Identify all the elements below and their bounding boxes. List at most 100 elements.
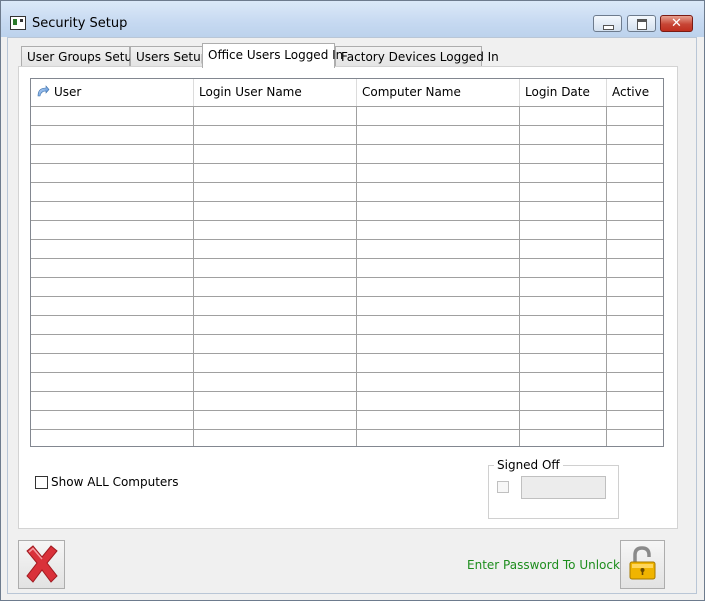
tab-users-setup[interactable]: Users Setup (130, 46, 208, 67)
grid-header: User Login User Name Computer Name Login… (31, 79, 663, 106)
tab-factory-devices-logged-in[interactable]: Factory Devices Logged In (335, 46, 499, 67)
table-cell (520, 183, 607, 202)
table-row[interactable] (31, 220, 663, 240)
table-cell (357, 373, 520, 392)
table-row[interactable] (31, 353, 663, 373)
signed-off-checkbox[interactable] (497, 481, 509, 493)
column-header-active[interactable]: Active (607, 79, 663, 106)
table-row[interactable] (31, 410, 663, 430)
table-row[interactable] (31, 182, 663, 202)
table-cell (194, 164, 357, 183)
unlock-button[interactable] (620, 540, 665, 589)
table-row[interactable] (31, 391, 663, 411)
table-cell (357, 278, 520, 297)
table-cell (31, 430, 194, 446)
table-cell (520, 259, 607, 278)
tab-office-users-logged-in[interactable]: Office Users Logged In (202, 43, 343, 68)
title-bar[interactable]: Security Setup ✕ (1, 1, 704, 37)
table-row[interactable] (31, 201, 663, 221)
table-cell (607, 278, 663, 297)
table-cell (607, 126, 663, 145)
table-cell (194, 430, 357, 446)
column-header-login-date[interactable]: Login Date (520, 79, 607, 106)
table-cell (520, 278, 607, 297)
table-cell (607, 297, 663, 316)
table-row[interactable] (31, 296, 663, 316)
table-cell (194, 316, 357, 335)
table-cell (357, 240, 520, 259)
table-row[interactable] (31, 163, 663, 183)
table-row[interactable] (31, 144, 663, 164)
signed-off-date-field[interactable] (521, 476, 606, 499)
table-row[interactable] (31, 315, 663, 335)
table-cell (607, 316, 663, 335)
logged-in-users-grid[interactable]: User Login User Name Computer Name Login… (30, 78, 664, 447)
table-cell (607, 107, 663, 126)
table-cell (194, 202, 357, 221)
table-row[interactable] (31, 125, 663, 145)
table-row[interactable] (31, 277, 663, 297)
show-all-computers-checkbox[interactable] (35, 476, 48, 489)
table-cell (520, 240, 607, 259)
table-cell (194, 373, 357, 392)
table-row[interactable] (31, 106, 663, 126)
sort-icon (37, 84, 50, 96)
table-cell (194, 145, 357, 164)
table-cell (607, 411, 663, 430)
show-all-computers-label: Show ALL Computers (51, 475, 179, 489)
column-header-computer-name[interactable]: Computer Name (357, 79, 520, 106)
padlock-icon (629, 546, 656, 580)
table-cell (357, 107, 520, 126)
table-row[interactable] (31, 258, 663, 278)
table-cell (31, 297, 194, 316)
table-cell (31, 202, 194, 221)
table-cell (357, 221, 520, 240)
table-cell (520, 145, 607, 164)
table-cell (31, 354, 194, 373)
close-button[interactable] (18, 540, 65, 589)
table-cell (194, 335, 357, 354)
maximize-button[interactable] (627, 15, 656, 32)
table-cell (31, 392, 194, 411)
minimize-button[interactable] (593, 15, 622, 32)
table-cell (607, 183, 663, 202)
table-cell (357, 430, 520, 446)
column-header-login-user-name[interactable]: Login User Name (194, 79, 357, 106)
table-cell (357, 297, 520, 316)
table-cell (194, 240, 357, 259)
table-cell (607, 164, 663, 183)
table-cell (520, 126, 607, 145)
signed-off-title: Signed Off (494, 458, 563, 472)
grid-body (31, 106, 663, 446)
close-icon: ✕ (671, 16, 682, 31)
table-cell (31, 259, 194, 278)
tab-user-groups-setup[interactable]: User Groups Setup (21, 46, 140, 67)
table-cell (357, 202, 520, 221)
column-header-user[interactable]: User (31, 79, 194, 106)
table-cell (607, 373, 663, 392)
table-cell (607, 202, 663, 221)
table-cell (357, 183, 520, 202)
unlock-message: Enter Password To Unlock (467, 558, 620, 572)
table-cell (194, 183, 357, 202)
table-cell (520, 316, 607, 335)
table-cell (520, 411, 607, 430)
table-cell (607, 430, 663, 446)
table-cell (194, 411, 357, 430)
table-cell (357, 259, 520, 278)
column-label: User (54, 85, 82, 99)
table-cell (194, 392, 357, 411)
table-row[interactable] (31, 239, 663, 259)
table-cell (357, 411, 520, 430)
table-cell (357, 164, 520, 183)
table-row[interactable] (31, 334, 663, 354)
window-close-button[interactable]: ✕ (660, 15, 693, 32)
table-cell (31, 411, 194, 430)
table-row[interactable] (31, 429, 663, 446)
table-cell (607, 354, 663, 373)
table-cell (31, 373, 194, 392)
table-cell (520, 297, 607, 316)
table-cell (31, 316, 194, 335)
table-cell (31, 335, 194, 354)
table-row[interactable] (31, 372, 663, 392)
